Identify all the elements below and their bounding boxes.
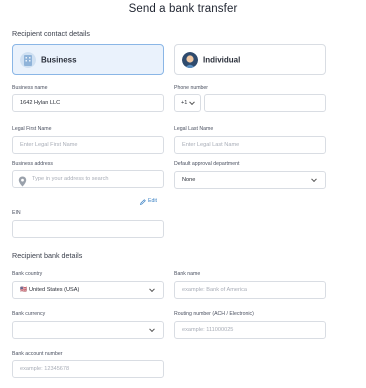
first-name-label: Legal First Name (12, 126, 52, 132)
routing-number-input[interactable]: example: 111000025 (174, 321, 326, 339)
routing-number-placeholder: example: 111000025 (182, 327, 234, 333)
last-name-input[interactable]: Enter Legal Last Name (174, 136, 326, 154)
address-input[interactable]: Type in your address to search (12, 170, 164, 188)
first-name-placeholder: Enter Legal First Name (20, 142, 78, 148)
account-number-placeholder: example: 12345678 (20, 366, 70, 372)
individual-avatar-icon (182, 51, 198, 68)
pencil-icon (139, 192, 146, 210)
edit-address-link[interactable]: Edit (139, 192, 157, 210)
chevron-down-icon (311, 176, 317, 183)
page-title: Send a bank transfer (128, 3, 238, 15)
chevron-down-icon (149, 326, 155, 333)
bank-name-placeholder: example: Bank of America (182, 287, 247, 293)
phone-country-code-select[interactable]: +1 (174, 94, 201, 112)
routing-number-label: Routing number (ACH / Electronic) (174, 311, 254, 317)
approval-department-value: None (182, 177, 196, 183)
bank-currency-select[interactable] (12, 321, 164, 339)
contact-section-heading: Recipient contact details (12, 29, 90, 38)
business-name-label: Business name (12, 85, 48, 91)
phone-label: Phone number (174, 85, 209, 91)
individual-type-card[interactable]: Individual (174, 44, 326, 75)
bank-country-label: Bank country (12, 271, 43, 277)
account-number-input[interactable]: example: 12345678 (12, 360, 164, 378)
last-name-label: Legal Last Name (174, 126, 214, 132)
bank-name-label: Bank name (174, 271, 201, 277)
approval-department-select[interactable]: None (174, 171, 326, 189)
us-flag-icon: 🇺🇸 (20, 287, 27, 293)
bank-name-input[interactable]: example: Bank of America (174, 281, 326, 299)
chevron-down-icon (149, 286, 155, 293)
ein-label: EIN (12, 210, 21, 216)
business-name-input[interactable]: 1642 Hylan LLC (12, 94, 164, 112)
bank-currency-label: Bank currency (12, 311, 46, 317)
ein-input[interactable] (12, 220, 164, 238)
phone-number-input[interactable] (204, 94, 326, 112)
edit-address-label: Edit (148, 198, 157, 204)
approval-department-label: Default approval department (174, 161, 240, 167)
address-label: Business address (12, 161, 53, 167)
bank-country-value: United States (USA) (28, 287, 80, 293)
account-number-label: Bank account number (12, 351, 63, 357)
location-pin-icon (18, 174, 27, 192)
phone-country-code: +1 (181, 100, 188, 106)
bank-country-select[interactable]: 🇺🇸 United States (USA) (12, 281, 164, 299)
individual-type-label: Individual (203, 55, 241, 64)
business-type-label: Business (41, 55, 77, 64)
address-placeholder: Type in your address to search (32, 176, 109, 182)
last-name-placeholder: Enter Legal Last Name (182, 142, 240, 148)
business-avatar-icon (20, 51, 36, 68)
bank-section-heading: Recipient bank details (12, 251, 83, 260)
business-type-card[interactable]: Business (12, 44, 164, 75)
first-name-input[interactable]: Enter Legal First Name (12, 136, 164, 154)
chevron-down-icon (189, 99, 195, 106)
business-name-value: 1642 Hylan LLC (20, 100, 61, 106)
